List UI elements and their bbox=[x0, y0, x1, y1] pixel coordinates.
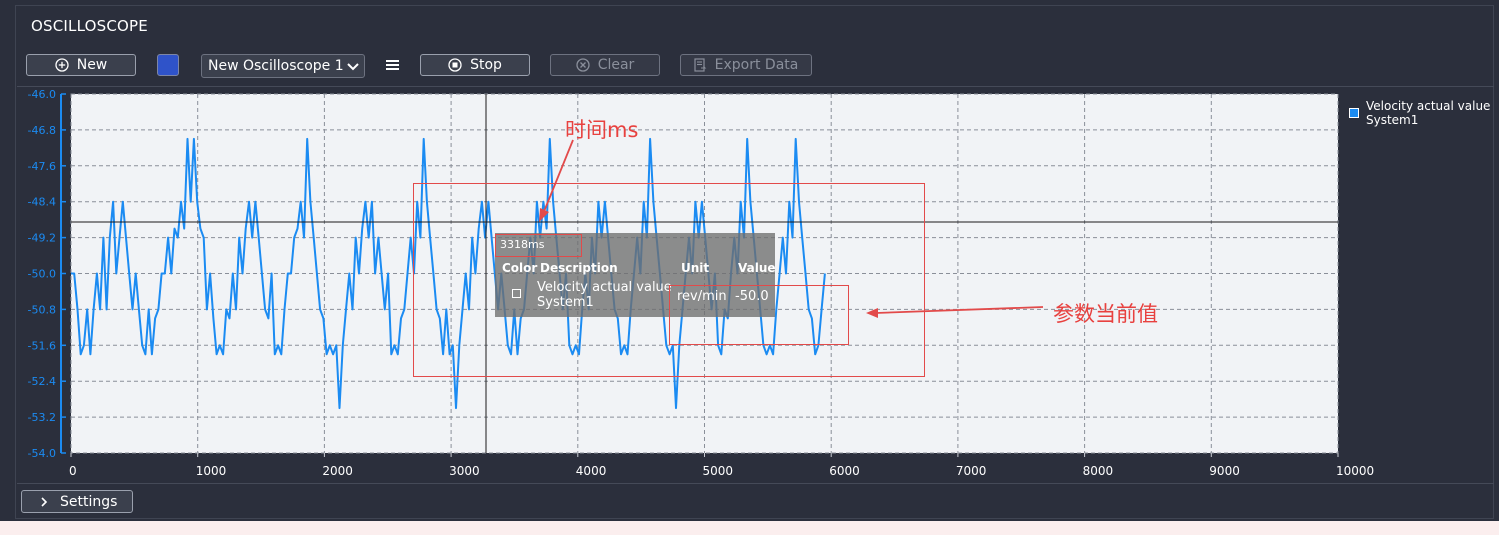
x-tick-label: 4000 bbox=[576, 464, 607, 478]
y-tick-label: -52.4 bbox=[28, 375, 56, 388]
y-tick-label: -48.4 bbox=[28, 196, 56, 209]
y-tick-label: -49.2 bbox=[28, 232, 56, 245]
y-tick-label: -46.8 bbox=[28, 124, 56, 137]
y-tick-label: -46.0 bbox=[28, 88, 56, 101]
annotation-value-box bbox=[669, 285, 849, 345]
x-tick-label: 3000 bbox=[449, 464, 480, 478]
x-tick-label: 10000 bbox=[1336, 464, 1374, 478]
settings-button[interactable]: Settings bbox=[21, 490, 133, 513]
y-tick-label: -47.6 bbox=[28, 160, 56, 173]
chevron-right-icon bbox=[41, 496, 48, 507]
annotation-region-box bbox=[413, 183, 925, 377]
x-tick-label: 0 bbox=[69, 464, 77, 478]
legend-label: Velocity actual value System1 bbox=[1366, 99, 1491, 127]
y-tick-label: -51.6 bbox=[28, 339, 56, 352]
x-tick-label: 5000 bbox=[703, 464, 734, 478]
y-tick-label: -53.2 bbox=[28, 411, 56, 424]
y-tick-label: -54.0 bbox=[28, 447, 56, 460]
annotation-time-box bbox=[495, 234, 582, 257]
y-tick-label: -50.0 bbox=[28, 268, 56, 281]
x-axis-ticks: 0 1000 2000 3000 4000 5000 6000 7000 8000 9000 100… bbox=[69, 453, 1374, 478]
legend-swatch bbox=[1349, 108, 1359, 118]
x-tick-label: 7000 bbox=[956, 464, 987, 478]
x-tick-label: 1000 bbox=[196, 464, 227, 478]
x-tick-label: 8000 bbox=[1083, 464, 1114, 478]
y-tick-label: -50.8 bbox=[28, 303, 56, 316]
x-tick-label: 9000 bbox=[1209, 464, 1240, 478]
x-tick-label: 2000 bbox=[322, 464, 353, 478]
settings-button-label: Settings bbox=[60, 493, 118, 510]
annotation-value-label: 参数当前值 bbox=[1053, 302, 1158, 326]
x-tick-label: 6000 bbox=[829, 464, 860, 478]
oscilloscope-app: OSCILLOSCOPE New New Oscilloscope 1 Stop bbox=[0, 0, 1499, 521]
annotation-time-label: 时间ms bbox=[565, 118, 639, 142]
